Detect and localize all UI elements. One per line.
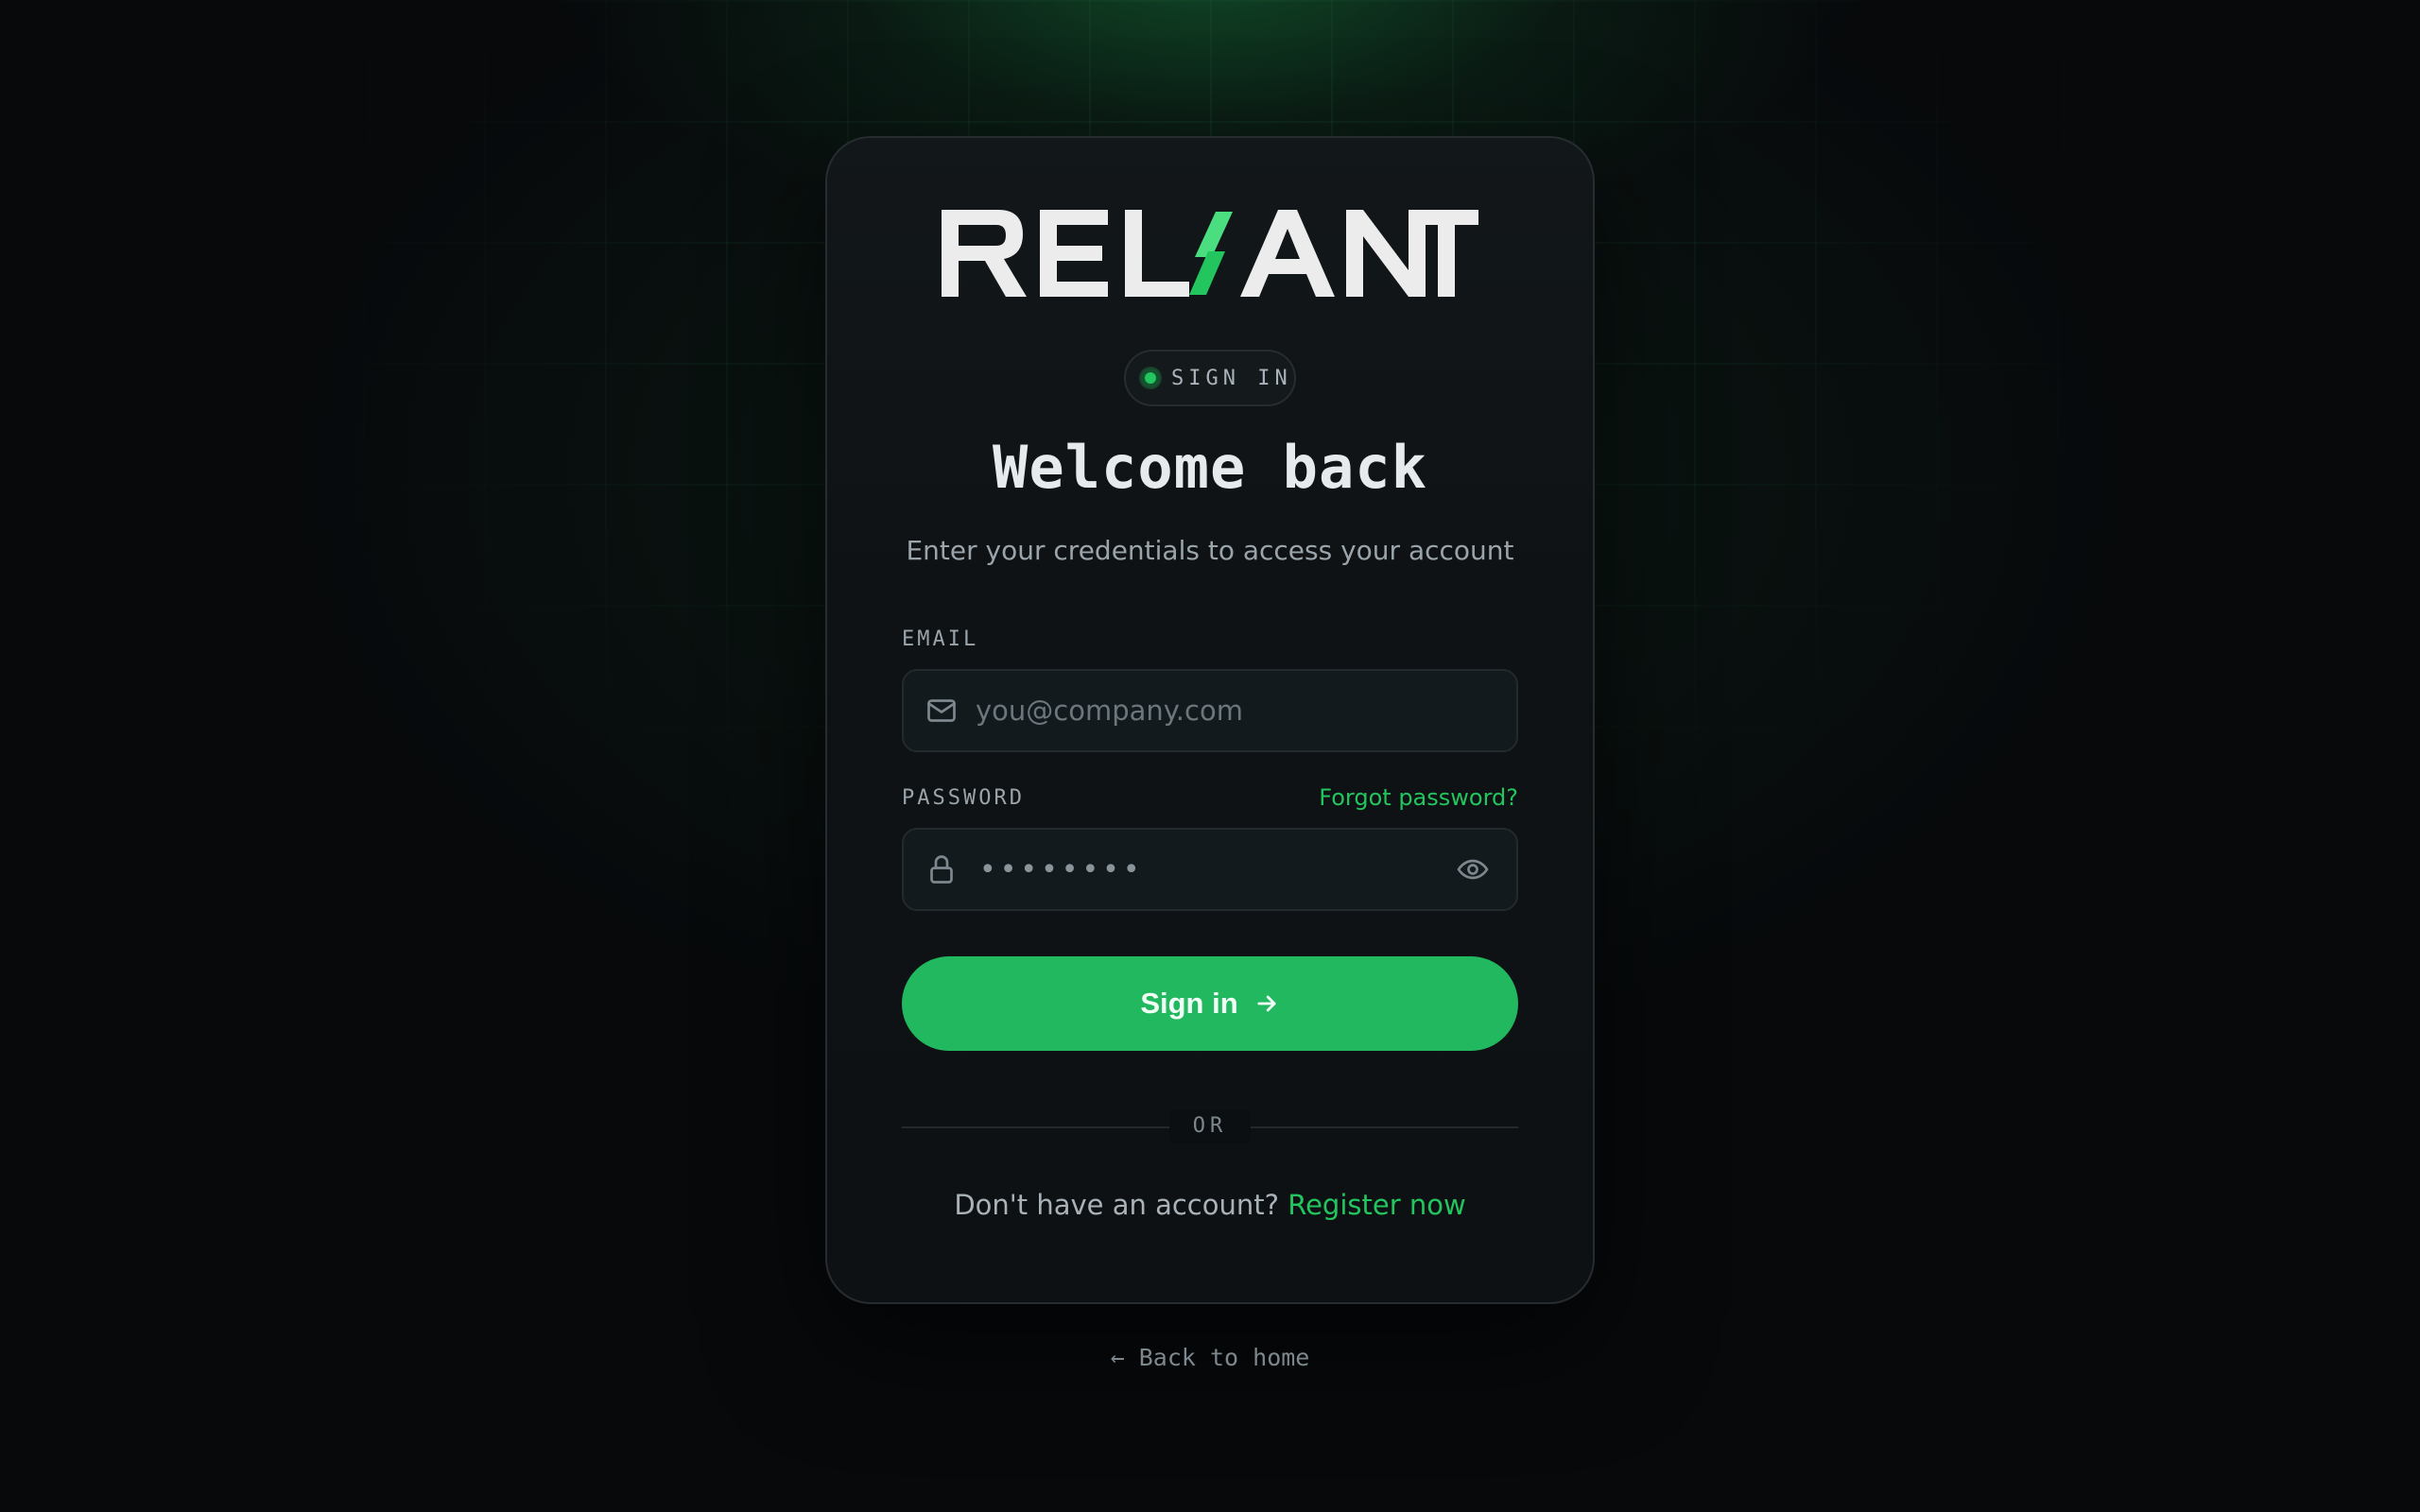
status-dot-icon [1141,369,1160,387]
back-to-home-link[interactable]: ← Back to home [825,1344,1595,1371]
email-input[interactable] [976,695,1516,727]
mail-icon [927,699,956,722]
lock-icon [930,855,953,884]
password-input[interactable]: •••••••• [979,853,1456,886]
register-prompt-row: Don't have an account? Register now [825,1189,1595,1221]
sign-in-badge: SIGN IN [1124,350,1296,406]
arrow-right-icon [1257,995,1276,1012]
email-field-wrapper [902,669,1518,752]
eye-icon[interactable] [1456,852,1490,886]
forgot-password-link[interactable]: Forgot password? [1319,784,1518,811]
page-title: Welcome back [993,433,1427,502]
sign-in-button[interactable]: Sign in [902,956,1518,1051]
register-link[interactable]: Register now [1288,1189,1465,1221]
password-field-wrapper: •••••••• [902,828,1518,911]
reliant-logo [942,210,1478,297]
email-label: EMAIL [902,627,979,651]
page-background: SIGN IN Welcome back Enter your credenti… [0,0,2420,1512]
register-prompt: Don't have an account? [954,1189,1288,1221]
page-subtitle: Enter your credentials to access your ac… [906,535,1514,566]
divider-label: OR [1169,1109,1251,1143]
password-label: PASSWORD [902,786,1025,810]
sign-in-button-label: Sign in [1140,987,1238,1020]
badge-label: SIGN IN [1171,366,1292,390]
